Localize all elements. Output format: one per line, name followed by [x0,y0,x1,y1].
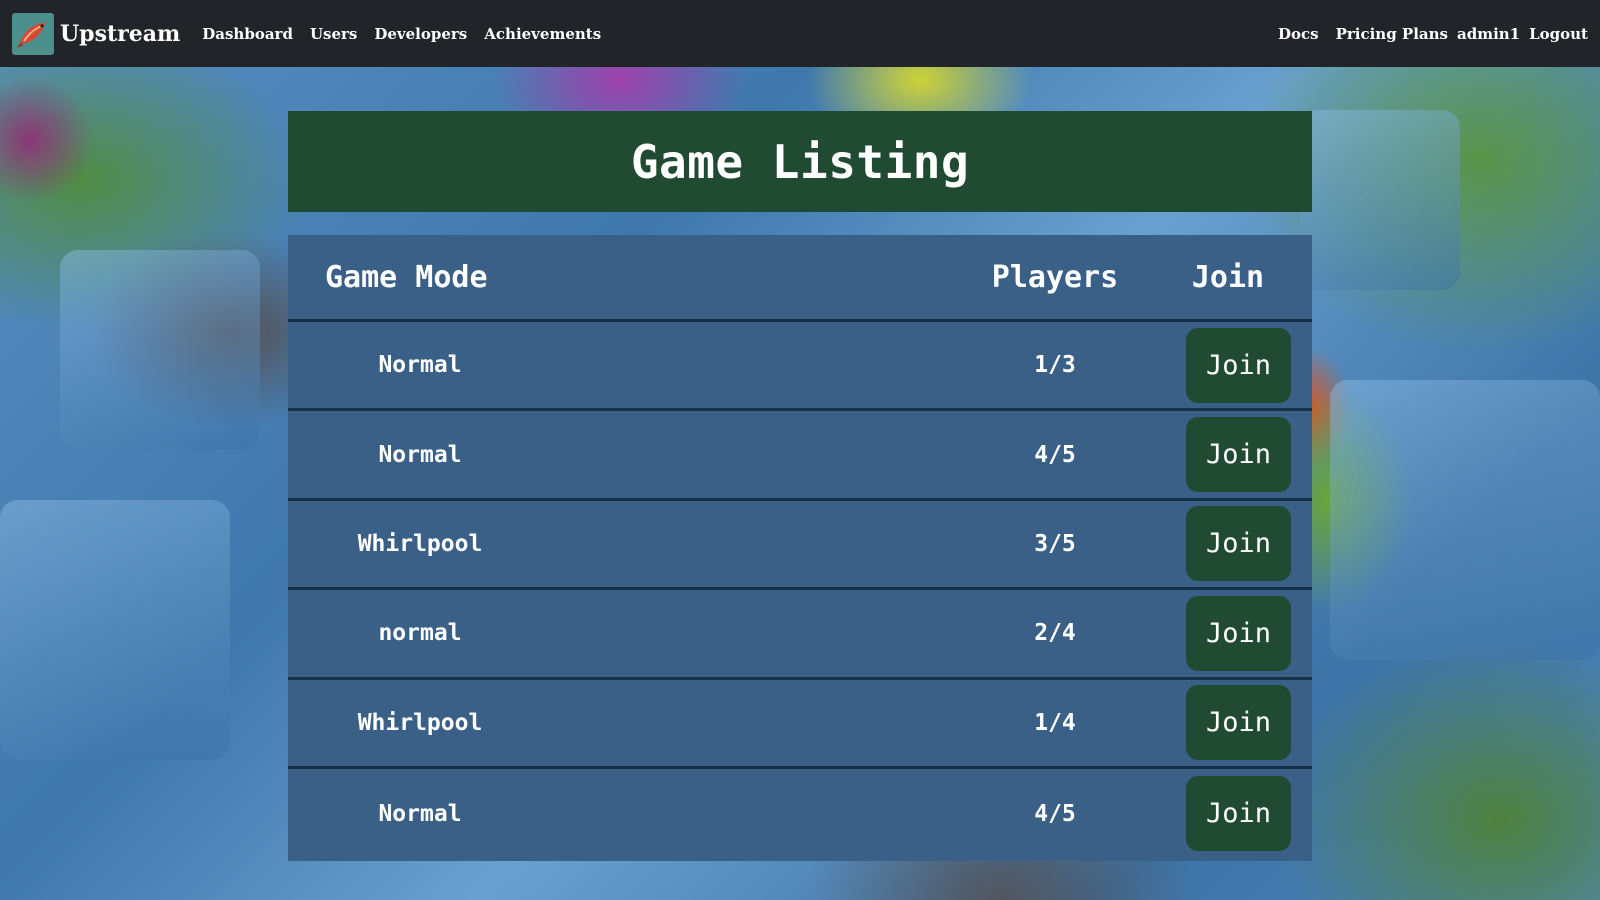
nav-link-users[interactable]: Users [310,25,357,43]
header-join: Join [1191,259,1265,295]
nav-link-achievements[interactable]: Achievements [484,25,601,43]
table-row: Normal 4/5 Join [288,769,1312,858]
game-mode-cell: Whirlpool [357,709,483,736]
join-button[interactable]: Join [1186,417,1291,493]
game-mode-cell: Normal [378,800,462,827]
game-mode-cell: Normal [378,352,462,379]
nav-left: Dashboard Users Developers Achievements [202,25,618,43]
players-cell: 4/5 [1034,441,1076,468]
game-mode-cell: Normal [378,441,462,468]
salmon-logo-icon [12,12,54,55]
nav-link-docs[interactable]: Docs [1278,25,1319,43]
players-cell: 3/5 [1034,530,1076,557]
join-button[interactable]: Join [1186,776,1291,852]
table-row: Whirlpool 3/5 Join [288,501,1312,591]
table-row: Whirlpool 1/4 Join [288,680,1312,769]
header-players: Players [991,259,1119,295]
page-title: Game Listing [630,134,970,189]
join-button[interactable]: Join [1186,595,1291,671]
join-button[interactable]: Join [1186,685,1291,761]
table-header: Game Mode Players Join [288,235,1312,322]
nav-link-logout[interactable]: Logout [1529,25,1588,43]
join-button[interactable]: Join [1186,506,1291,582]
players-cell: 1/4 [1034,709,1076,736]
join-button[interactable]: Join [1186,327,1291,403]
nav-link-developers[interactable]: Developers [374,25,467,43]
nav-link-user-admin[interactable]: admin1 [1457,25,1520,43]
players-cell: 2/4 [1034,620,1076,647]
brand-name: Upstream [60,20,181,47]
table-row: normal 2/4 Join [288,590,1312,680]
nav-link-pricing-plans[interactable]: Pricing Plans [1336,25,1448,43]
table-row: Normal 4/5 Join [288,411,1312,501]
game-mode-cell: Whirlpool [357,530,483,557]
players-cell: 1/3 [1034,352,1076,379]
players-cell: 4/5 [1034,800,1076,827]
title-panel: Game Listing [288,111,1312,212]
nav-right: Docs Pricing Plans admin1 Logout [1278,25,1588,43]
nav-link-dashboard[interactable]: Dashboard [202,25,293,43]
game-listing-table: Game Mode Players Join Normal 1/3 Join N… [288,235,1312,861]
top-navbar: Upstream Dashboard Users Developers Achi… [0,0,1600,67]
brand[interactable]: Upstream [12,12,181,55]
table-row: Normal 1/3 Join [288,322,1312,412]
game-mode-cell: normal [378,620,462,647]
